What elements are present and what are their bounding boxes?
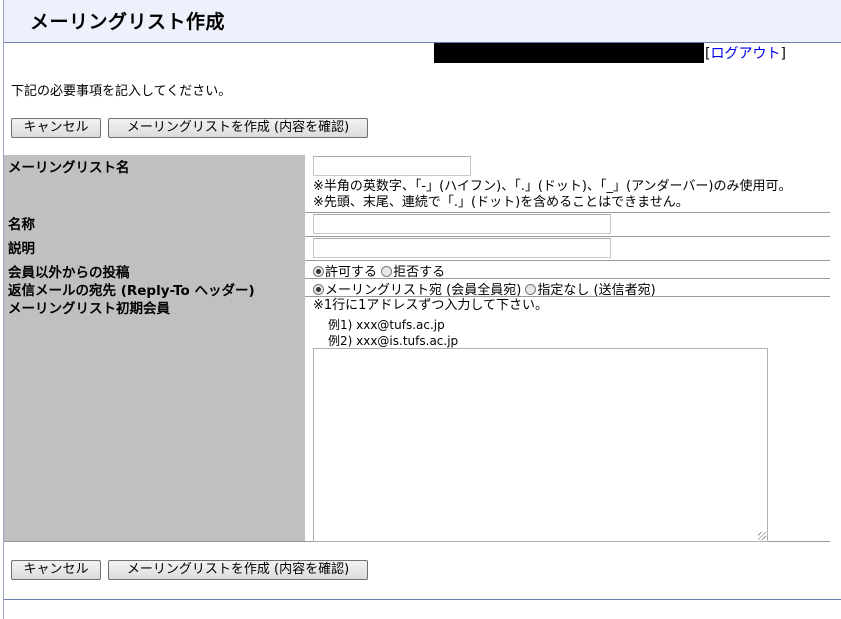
radio-selected-icon[interactable] — [313, 284, 324, 295]
ml-name-input[interactable] — [313, 156, 471, 176]
initial-members-example-2: 例2) xxx@is.tufs.ac.jp — [328, 334, 459, 348]
logout-area: [ログアウト] — [705, 43, 786, 63]
description-label: 説明 — [8, 241, 35, 257]
reply-to-label: 返信メールの宛先 (Reply-To ヘッダー) — [8, 283, 255, 299]
radio-unselected-icon[interactable] — [381, 266, 393, 277]
initial-members-textarea[interactable] — [313, 348, 768, 542]
ml-name-note-dot-rule: ※先頭、末尾、連続で「.」(ドット)を含めることはできません。 — [313, 195, 689, 210]
reply-to-list-label: メーリングリスト宛 (会員全員宛) — [325, 283, 522, 298]
posting-policy-label: 会員以外からの投稿 — [8, 265, 130, 281]
initial-members-note: ※1行に1アドレスずつ入力して下さい。 — [313, 298, 549, 313]
posting-policy-options: 許可する 拒否する — [313, 261, 445, 280]
intro-text: 下記の必要事項を記入してください。 — [11, 84, 232, 99]
reply-to-sender-option[interactable]: 指定なし (送信者宛) — [525, 283, 656, 298]
posting-allow-option[interactable]: 許可する — [313, 265, 377, 280]
display-name-input[interactable] — [313, 214, 611, 234]
cancel-button[interactable]: キャンセル — [11, 560, 101, 580]
logout-link[interactable]: ログアウト — [710, 46, 780, 62]
ml-name-note-allowed-chars: ※半角の英数字、「-」(ハイフン)、「.」(ドット)、「_」(アンダーバー)のみ… — [313, 179, 792, 194]
reply-to-options: メーリングリスト宛 (会員全員宛) 指定なし (送信者宛) — [313, 279, 656, 298]
radio-unselected-icon[interactable] — [525, 284, 537, 295]
logout-bracket-close: ] — [780, 46, 786, 62]
cancel-button[interactable]: キャンセル — [11, 118, 101, 138]
ml-name-label: メーリングリスト名 — [8, 160, 130, 176]
initial-members-label: メーリングリスト初期会員 — [8, 301, 170, 317]
display-name-label: 名称 — [8, 217, 35, 233]
create-mailing-list-button[interactable]: メーリングリストを作成 (内容を確認) — [108, 118, 368, 138]
posting-allow-label: 許可する — [325, 265, 378, 280]
label-column — [4, 155, 305, 542]
description-input[interactable] — [313, 238, 611, 258]
posting-deny-label: 拒否する — [393, 265, 446, 280]
footer-divider — [4, 599, 841, 600]
resize-grip-icon[interactable] — [758, 532, 766, 540]
posting-deny-option[interactable]: 拒否する — [381, 265, 445, 280]
radio-selected-icon[interactable] — [313, 266, 324, 277]
row-divider — [305, 236, 830, 237]
page-title: メーリングリスト作成 — [30, 11, 226, 33]
create-mailing-list-button[interactable]: メーリングリストを作成 (内容を確認) — [108, 560, 368, 580]
page-header: メーリングリスト作成 — [4, 0, 841, 43]
initial-members-example-1: 例1) xxx@tufs.ac.jp — [328, 318, 445, 332]
reply-to-list-option[interactable]: メーリングリスト宛 (会員全員宛) — [313, 283, 521, 298]
row-divider — [305, 212, 830, 213]
reply-to-sender-label: 指定なし (送信者宛) — [537, 283, 656, 298]
user-name-redacted — [434, 43, 704, 63]
